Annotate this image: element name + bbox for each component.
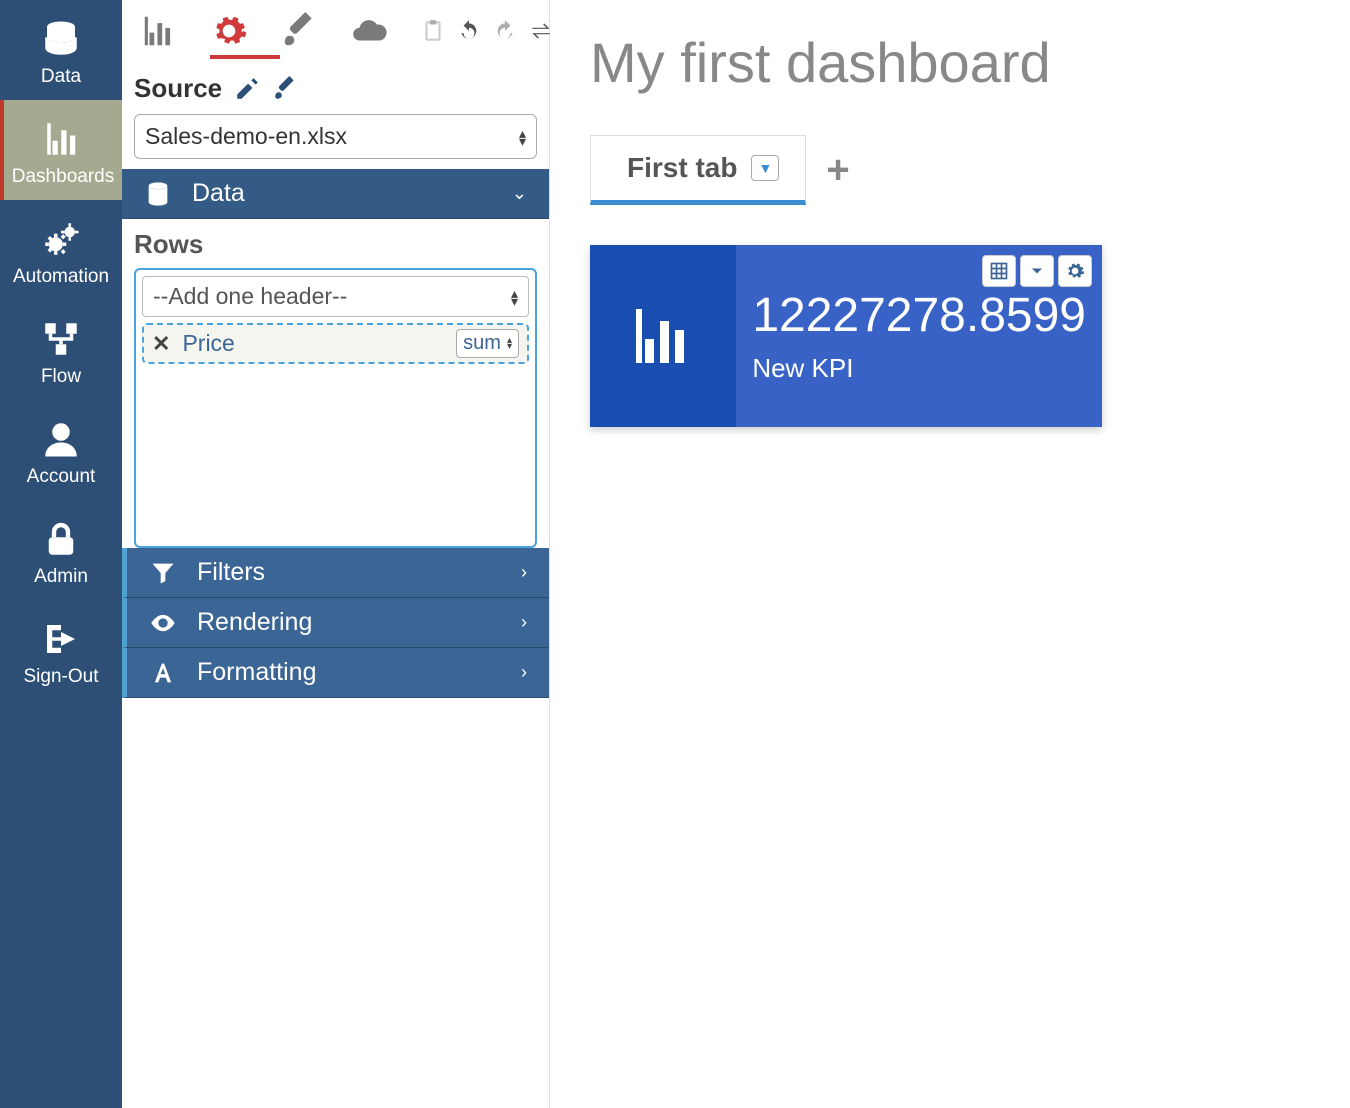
rows-title: Rows [134, 229, 537, 260]
database-icon [144, 180, 172, 208]
toolbar-chart-icon[interactable] [140, 12, 178, 55]
nav-automation[interactable]: Automation [0, 200, 122, 300]
database-icon [40, 18, 82, 60]
filter-icon [149, 559, 177, 587]
nav-data[interactable]: Data [0, 0, 122, 100]
row-chip[interactable]: ✕ Price sum ▴▾ [142, 323, 529, 364]
dashboard-title[interactable]: My first dashboard [590, 30, 1310, 95]
nav-account[interactable]: Account [0, 400, 122, 500]
section-label: Rendering [197, 608, 312, 637]
source-block: Source Sales-demo-en.xlsx ▴▾ [122, 55, 549, 169]
clipboard-icon[interactable] [420, 18, 446, 49]
tab-first[interactable]: First tab ▼ [590, 135, 806, 205]
kpi-name: New KPI [752, 353, 1086, 384]
main-area: My first dashboard First tab ▼ + 1222727… [550, 0, 1350, 1108]
nav-label: Data [41, 66, 81, 88]
source-label: Source [134, 73, 537, 104]
toolbar-brush-icon[interactable] [280, 12, 318, 55]
tab-dropdown-icon[interactable]: ▼ [751, 155, 779, 181]
left-nav: Data Dashboards Automation Flow Account … [0, 0, 122, 1108]
font-icon [149, 659, 177, 687]
bar-chart-icon [42, 118, 84, 160]
chevron-right-icon: › [521, 612, 527, 633]
rows-box: --Add one header-- ▴▾ ✕ Price sum ▴▾ [134, 268, 537, 548]
section-label: Data [192, 179, 245, 208]
section-label: Formatting [197, 658, 316, 687]
eye-icon [149, 609, 177, 637]
remove-icon[interactable]: ✕ [152, 331, 170, 357]
kpi-card[interactable]: 12227278.8599 New KPI [590, 245, 1102, 427]
tab-bar: First tab ▼ + [590, 135, 1310, 205]
config-panel: Source Sales-demo-en.xlsx ▴▾ Data ⌄ Rows… [122, 0, 550, 1108]
tab-label: First tab [627, 152, 737, 184]
nav-signout[interactable]: Sign-Out [0, 600, 122, 700]
kpi-toolbar [982, 255, 1092, 287]
nav-flow[interactable]: Flow [0, 300, 122, 400]
nav-dashboards[interactable]: Dashboards [0, 100, 122, 200]
brush-icon[interactable] [272, 76, 298, 102]
agg-value: sum [463, 332, 501, 355]
toolbar-cloud-icon[interactable] [350, 12, 388, 55]
chevron-down-icon: ⌄ [512, 183, 527, 204]
lock-icon [40, 518, 82, 560]
active-tab-underline [210, 55, 280, 59]
add-header-select[interactable]: --Add one header-- ▴▾ [142, 276, 529, 317]
bar-chart-icon [627, 300, 699, 372]
section-filters[interactable]: Filters › [122, 548, 549, 598]
aggregation-select[interactable]: sum ▴▾ [456, 329, 519, 358]
add-header-text: --Add one header-- [153, 283, 347, 310]
section-label: Filters [197, 558, 265, 587]
chevron-right-icon: › [521, 562, 527, 583]
kpi-table-button[interactable] [982, 255, 1016, 287]
source-value: Sales-demo-en.xlsx [145, 123, 347, 150]
row-name: Price [182, 330, 234, 357]
edit-icon[interactable] [234, 76, 260, 102]
nav-label: Sign-Out [24, 666, 99, 688]
undo-icon[interactable] [456, 18, 482, 49]
source-label-text: Source [134, 73, 222, 104]
nav-label: Account [27, 466, 96, 488]
nav-label: Dashboards [12, 166, 114, 188]
section-formatting[interactable]: Formatting › [122, 648, 549, 698]
kpi-icon-panel [590, 245, 736, 427]
kpi-settings-button[interactable] [1058, 255, 1092, 287]
redo-icon[interactable] [492, 18, 518, 49]
nav-admin[interactable]: Admin [0, 500, 122, 600]
kpi-dropdown-button[interactable] [1020, 255, 1054, 287]
nav-label: Flow [41, 366, 81, 388]
toolbar-settings-icon[interactable] [210, 12, 248, 55]
nav-label: Automation [13, 266, 109, 288]
select-arrows-icon: ▴▾ [519, 129, 526, 145]
gears-icon [40, 218, 82, 260]
section-data[interactable]: Data ⌄ [122, 169, 549, 219]
user-icon [40, 418, 82, 460]
signout-icon [40, 618, 82, 660]
source-select[interactable]: Sales-demo-en.xlsx ▴▾ [134, 114, 537, 159]
select-arrows-icon: ▴▾ [511, 289, 518, 305]
flow-icon [40, 318, 82, 360]
config-toolbar [122, 0, 549, 55]
section-rendering[interactable]: Rendering › [122, 598, 549, 648]
swap-icon[interactable] [528, 18, 554, 49]
nav-label: Admin [34, 566, 88, 588]
chevron-right-icon: › [521, 662, 527, 683]
rows-block: Rows --Add one header-- ▴▾ ✕ Price sum ▴… [122, 219, 549, 548]
kpi-value: 12227278.8599 [752, 288, 1086, 343]
add-tab-button[interactable]: + [826, 148, 849, 193]
select-arrows-icon: ▴▾ [507, 338, 512, 350]
